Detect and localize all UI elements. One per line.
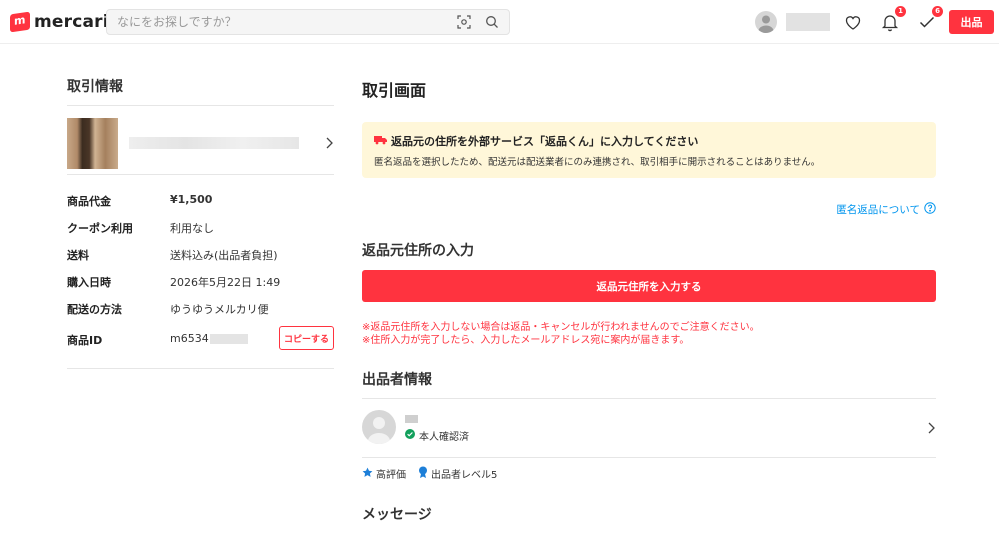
search-bar: [106, 9, 510, 35]
chevron-right-icon: [324, 135, 334, 154]
header: mercari: [0, 0, 999, 44]
notifications-button[interactable]: 1: [879, 6, 906, 33]
heart-icon: [842, 16, 864, 37]
enter-address-button[interactable]: 返品元住所を入力する: [362, 270, 936, 302]
verified-check-icon: [405, 429, 415, 442]
user-avatar[interactable]: [755, 11, 777, 33]
message-section-title: メッセージ: [362, 507, 432, 523]
warning-text-2: ※住所入力が完了したら、入力したメールアドレス宛に案内が届きます。: [362, 335, 690, 346]
logo-text: mercari: [34, 12, 109, 32]
medal-icon: [418, 466, 428, 481]
page-title: 取引画面: [362, 81, 427, 100]
search-input[interactable]: [117, 13, 447, 31]
info-row-price: 商品代金 ¥1,500: [67, 193, 213, 208]
item-link[interactable]: [67, 115, 334, 173]
notice-body: 匿名返品を選択したため、配送元は配送業者にのみ連携され、取引相手に開示されること…: [374, 157, 821, 168]
checkmark-icon: [916, 16, 938, 37]
todo-badge: 6: [932, 6, 943, 17]
item-title-redacted: [129, 137, 299, 149]
divider: [67, 174, 334, 175]
divider: [67, 368, 334, 369]
anonymous-return-link[interactable]: 匿名返品について: [836, 202, 936, 217]
info-row-shipping-method: 配送の方法 ゆうゆうメルカリ便: [67, 303, 269, 316]
notice-heading: 返品元の住所を外部サービス「返品くん」に入力してください: [391, 135, 699, 148]
seller-tags: 高評価 出品者レベル5: [362, 466, 497, 481]
tag-seller-level: 出品者レベル5: [418, 466, 497, 481]
info-row-shipping-fee: 送料 送料込み(出品者負担): [67, 249, 278, 262]
info-row-item-id: 商品ID m6534 コピーする: [67, 326, 334, 350]
seller-profile-link[interactable]: 本人確認済: [362, 410, 936, 450]
notification-badge: 1: [895, 6, 906, 17]
divider: [362, 398, 936, 399]
info-row-purchase-date: 購入日時 2026年5月22日 1:49: [67, 276, 281, 289]
bell-icon: [879, 15, 901, 37]
copy-button[interactable]: コピーする: [279, 326, 334, 350]
seller-name-redacted: [405, 415, 418, 423]
star-icon: [362, 467, 373, 481]
info-row-coupon: クーポン利用 利用なし: [67, 222, 214, 235]
item-id-value: m6534: [170, 332, 209, 345]
verified-label: 本人確認済: [419, 432, 469, 443]
divider: [362, 457, 936, 458]
favorites-button[interactable]: [842, 11, 864, 33]
divider: [67, 105, 334, 106]
camera-scan-icon[interactable]: [455, 13, 473, 31]
item-thumbnail: [67, 118, 118, 169]
todo-button[interactable]: 6: [916, 6, 943, 33]
chevron-right-icon: [926, 420, 936, 439]
user-name-redacted[interactable]: [786, 13, 830, 31]
mercari-logo-icon: [10, 11, 30, 33]
truck-icon: [374, 135, 387, 148]
search-icon[interactable]: [483, 13, 501, 31]
transaction-info-title: 取引情報: [67, 79, 123, 95]
sell-button[interactable]: 出品: [949, 10, 994, 34]
seller-avatar: [362, 410, 396, 444]
notice-banner: 返品元の住所を外部サービス「返品くん」に入力してください 匿名返品を選択したため…: [362, 122, 936, 178]
help-icon: [924, 202, 936, 217]
item-id-redacted: [209, 334, 248, 344]
seller-section-title: 出品者情報: [362, 372, 432, 388]
address-section-title: 返品元住所の入力: [362, 243, 474, 259]
tag-high-rating: 高評価: [362, 466, 406, 481]
mercari-logo[interactable]: mercari: [10, 11, 109, 33]
